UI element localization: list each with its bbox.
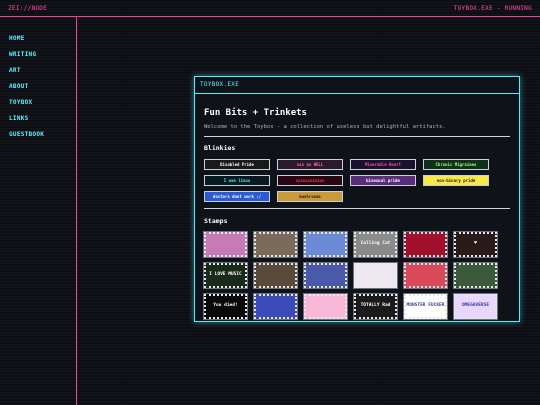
stamp-image[interactable]: You died!: [203, 293, 248, 320]
blinkie-badge[interactable]: mushrooms: [277, 191, 343, 202]
blinkie-badge[interactable]: Disabled Pride: [204, 159, 270, 170]
window-body[interactable]: Fun Bits + Trinkets Welcome to the Toybo…: [195, 94, 519, 322]
stamp-image[interactable]: [403, 231, 448, 258]
intro-text: Welcome to the Toybox - a collection of …: [204, 124, 446, 130]
blinkie-badge[interactable]: xxx as HELL: [277, 159, 343, 170]
blinkie-badge[interactable]: Chronic Migraines: [423, 159, 489, 170]
blinkie-badge[interactable]: non-binary pride: [423, 175, 489, 186]
stamp-image[interactable]: [453, 262, 498, 289]
stamp-image[interactable]: MONSTER FUCKER: [403, 293, 448, 320]
stamp-image[interactable]: [303, 231, 348, 258]
blinkie-badge[interactable]: bisexual pride: [350, 175, 416, 186]
divider: [204, 208, 510, 209]
stamp-image[interactable]: Calling Cat: [353, 231, 398, 258]
stamps-grid: Calling Cat ♥ I LOVE MUSIC You died! TOTALLY…: [203, 231, 510, 320]
stamp-image[interactable]: [203, 231, 248, 258]
stamp-image[interactable]: [353, 262, 398, 289]
blinkies-grid: Disabled Pride xxx as HELL Miserable Heart…: [204, 159, 499, 202]
blinkie-badge[interactable]: xxxxxxxxxxxx: [277, 175, 343, 186]
stamps-heading: Stamps: [204, 217, 228, 225]
window-title[interactable]: TOYBOX.EXE: [195, 77, 519, 94]
stamp-image[interactable]: I LOVE MUSIC: [203, 262, 248, 289]
top-bar: ZEI://NODE TOYBOX.EXE - RUNNING: [0, 0, 540, 17]
sidebar-item-art[interactable]: ART: [0, 63, 76, 79]
stamp-image[interactable]: OMEGAVERSE: [453, 293, 498, 320]
blinkie-badge[interactable]: Miserable Heart: [350, 159, 416, 170]
stamp-image[interactable]: [403, 262, 448, 289]
sidebar-item-guestbook[interactable]: GUESTBOOK: [0, 127, 76, 143]
blinkie-badge[interactable]: I use linux: [204, 175, 270, 186]
site-path: ZEI://NODE: [8, 4, 48, 12]
status-text: TOYBOX.EXE - RUNNING: [453, 4, 532, 12]
sidebar-item-home[interactable]: HOME: [0, 31, 76, 47]
blinkie-badge[interactable]: doctors dont work :/: [204, 191, 270, 202]
divider: [204, 136, 510, 137]
stamp-image[interactable]: ♥: [453, 231, 498, 258]
stamp-image[interactable]: [253, 262, 298, 289]
page-title: Fun Bits + Trinkets: [204, 108, 307, 118]
stamp-image[interactable]: [303, 262, 348, 289]
blinkies-heading: Blinkies: [204, 144, 236, 152]
sidebar-item-links[interactable]: LINKS: [0, 111, 76, 127]
sidebar-item-writing[interactable]: WRITING: [0, 47, 76, 63]
toybox-window: TOYBOX.EXE Fun Bits + Trinkets Welcome t…: [194, 76, 520, 322]
stamp-image[interactable]: [253, 231, 298, 258]
stamp-image[interactable]: [253, 293, 298, 320]
stamp-image[interactable]: [303, 293, 348, 320]
sidebar-item-about[interactable]: ABOUT: [0, 79, 76, 95]
sidebar-item-toybox[interactable]: TOYBOX: [0, 95, 76, 111]
stamp-image[interactable]: TOTALLY Rad: [353, 293, 398, 320]
sidebar: HOME WRITING ART ABOUT TOYBOX LINKS GUES…: [0, 17, 77, 405]
